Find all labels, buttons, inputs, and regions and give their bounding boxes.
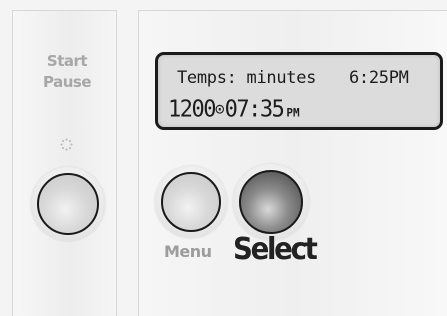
lcd-end-time: 07:35 xyxy=(224,96,285,123)
lcd-mode-text: Temps: minutes xyxy=(177,68,317,88)
lcd-line-2: 1200⊙07:35 PM xyxy=(168,96,428,123)
select-label: Select xyxy=(233,232,318,267)
lcd-value: 1200 xyxy=(168,96,216,123)
select-button[interactable] xyxy=(239,170,303,234)
start-pause-label: Start Pause xyxy=(35,51,99,93)
cycle-icon: ⊙ xyxy=(214,98,225,119)
menu-label: Menu xyxy=(164,242,212,261)
menu-button[interactable] xyxy=(161,172,221,232)
lcd-line-1: Temps: minutes 6:25PM xyxy=(177,68,439,88)
lcd-clock: 6:25PM xyxy=(349,68,409,88)
dotted-spinner-icon xyxy=(60,138,73,151)
lcd-display: Temps: minutes 6:25PM 1200⊙07:35 PM xyxy=(155,52,443,130)
start-pause-button[interactable] xyxy=(37,173,99,235)
lcd-ampm: PM xyxy=(286,105,300,120)
start-label: Start xyxy=(46,52,88,70)
pause-label: Pause xyxy=(43,73,92,91)
